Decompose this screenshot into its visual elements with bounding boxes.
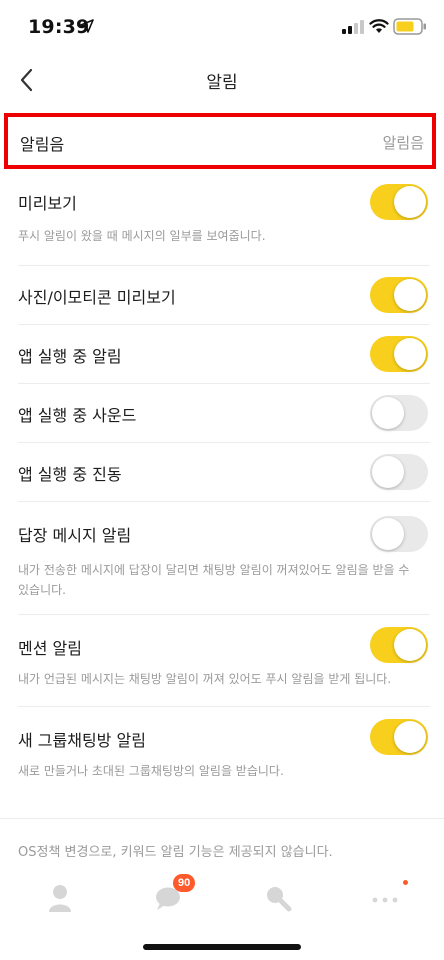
setting-label: 앱 실행 중 알림	[18, 347, 122, 366]
location-arrow-icon	[80, 19, 94, 33]
search-icon	[267, 887, 292, 912]
tab-friends[interactable]	[40, 878, 80, 918]
setting-label: 앱 실행 중 진동	[18, 465, 122, 484]
setting-row-new-group-chat-alert: 새 그룹채팅방 알림 새로 만들거나 초대된 그룹채팅방의 알림을 받습니다.	[18, 707, 430, 799]
tab-search[interactable]	[258, 878, 298, 918]
setting-row-in-app-vibration: 앱 실행 중 진동	[18, 443, 430, 502]
notification-sound-label: 알림음	[20, 135, 65, 154]
toggle-new-group-chat-alert[interactable]	[370, 719, 428, 755]
footer-note-text: OS정책 변경으로, 키워드 알림 기능은 제공되지 않습니다.	[18, 845, 333, 860]
keyword-alert-note: OS정책 변경으로, 키워드 알림 기능은 제공되지 않습니다.	[0, 818, 444, 860]
toggle-knob	[372, 518, 404, 550]
cellular-signal-icon	[342, 20, 364, 34]
setting-row-in-app-alert: 앱 실행 중 알림	[18, 325, 430, 384]
battery-icon	[393, 18, 426, 35]
setting-description: 내가 전송한 메시지에 답장이 달리면 채팅방 알림이 꺼져있어도 알림을 받을…	[18, 563, 410, 597]
status-bar: 19:39	[0, 0, 444, 56]
tab-more[interactable]	[365, 878, 405, 918]
navigation-bar: 알림	[0, 56, 444, 104]
setting-label: 답장 메시지 알림	[18, 526, 132, 545]
setting-label: 멘션 알림	[18, 639, 82, 658]
setting-label: 사진/이모티콘 미리보기	[18, 288, 176, 307]
setting-label: 미리보기	[18, 194, 77, 213]
toggle-in-app-vibration[interactable]	[370, 454, 428, 490]
setting-label: 앱 실행 중 사운드	[18, 406, 137, 425]
toggle-knob	[372, 397, 404, 429]
more-icon	[372, 897, 398, 903]
toggle-knob	[394, 629, 426, 661]
toggle-mention-alert[interactable]	[370, 627, 428, 663]
toggle-knob	[394, 279, 426, 311]
home-indicator[interactable]	[143, 944, 301, 950]
toggle-in-app-alert[interactable]	[370, 336, 428, 372]
toggle-in-app-sound[interactable]	[370, 395, 428, 431]
toggle-knob	[372, 456, 404, 488]
setting-description: 새로 만들거나 초대된 그룹채팅방의 알림을 받습니다.	[18, 764, 284, 778]
setting-description: 내가 언급된 메시지는 채팅방 알림이 꺼져 있어도 푸시 알림을 받게 됩니다…	[18, 672, 392, 686]
setting-row-in-app-sound: 앱 실행 중 사운드	[18, 384, 430, 443]
friends-icon	[49, 885, 71, 912]
page-title: 알림	[206, 73, 238, 93]
setting-row-preview: 미리보기 푸시 알림이 왔을 때 메시지의 일부를 보여줍니다.	[18, 172, 430, 266]
toggle-knob	[394, 721, 426, 753]
wifi-icon	[369, 19, 389, 33]
toggle-preview[interactable]	[370, 184, 428, 220]
toggle-reply-alert[interactable]	[370, 516, 428, 552]
setting-row-photo-emoticon-preview: 사진/이모티콘 미리보기	[18, 266, 430, 325]
setting-description: 푸시 알림이 왔을 때 메시지의 일부를 보여줍니다.	[18, 229, 266, 243]
notification-sound-row[interactable]: 알림음 알림음	[4, 113, 436, 169]
toggle-photo-emoticon-preview[interactable]	[370, 277, 428, 313]
notification-sound-value: 알림음	[382, 134, 424, 152]
chat-unread-badge: 90	[173, 874, 196, 892]
setting-row-reply-alert: 답장 메시지 알림 내가 전송한 메시지에 답장이 달리면 채팅방 알림이 꺼져…	[18, 502, 430, 615]
toggle-knob	[394, 338, 426, 370]
setting-row-mention-alert: 멘션 알림 내가 언급된 메시지는 채팅방 알림이 꺼져 있어도 푸시 알림을 …	[18, 615, 430, 707]
toggle-knob	[394, 186, 426, 218]
new-indicator-dot	[403, 880, 408, 885]
setting-label: 새 그룹채팅방 알림	[18, 731, 146, 750]
bottom-tab-bar	[0, 866, 444, 926]
